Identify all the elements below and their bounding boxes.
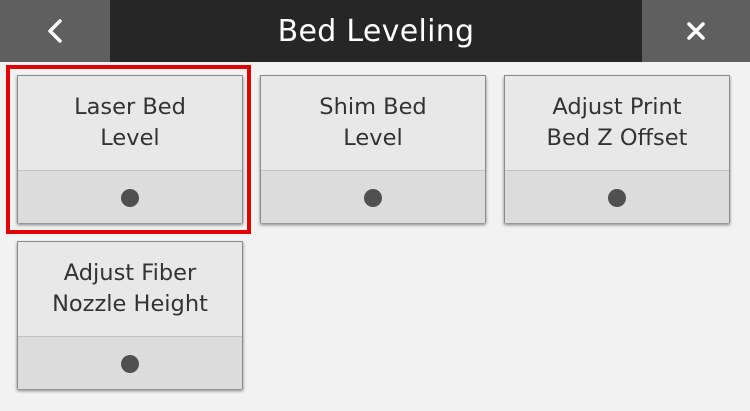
tile-laser-bed-level[interactable]: Laser Bed Level: [17, 75, 243, 223]
tile-shim-bed-level[interactable]: Shim Bed Level: [260, 75, 486, 223]
tile-adjust-print-bed-z-offset[interactable]: Adjust Print Bed Z Offset: [504, 75, 730, 223]
tile-footer: [18, 337, 242, 389]
page-title: Bed Leveling: [277, 13, 475, 49]
dot-indicator-icon: [121, 189, 139, 207]
tile-label: Shim Bed Level: [319, 94, 427, 151]
header-bar: Bed Leveling: [0, 0, 750, 62]
tile-label: Adjust Fiber Nozzle Height: [52, 260, 208, 317]
dot-indicator-icon: [121, 355, 139, 373]
tile-footer: [261, 171, 485, 223]
tile-footer: [505, 171, 729, 223]
tile-label: Laser Bed Level: [74, 94, 186, 151]
tile-footer: [18, 171, 242, 223]
dot-indicator-icon: [364, 189, 382, 207]
close-button[interactable]: [642, 0, 750, 62]
chevron-left-icon: [46, 18, 64, 44]
close-icon: [686, 21, 706, 41]
dot-indicator-icon: [608, 189, 626, 207]
tile-label: Adjust Print Bed Z Offset: [546, 94, 688, 151]
tile-adjust-fiber-nozzle-height[interactable]: Adjust Fiber Nozzle Height: [17, 241, 243, 389]
back-button[interactable]: [0, 0, 110, 62]
